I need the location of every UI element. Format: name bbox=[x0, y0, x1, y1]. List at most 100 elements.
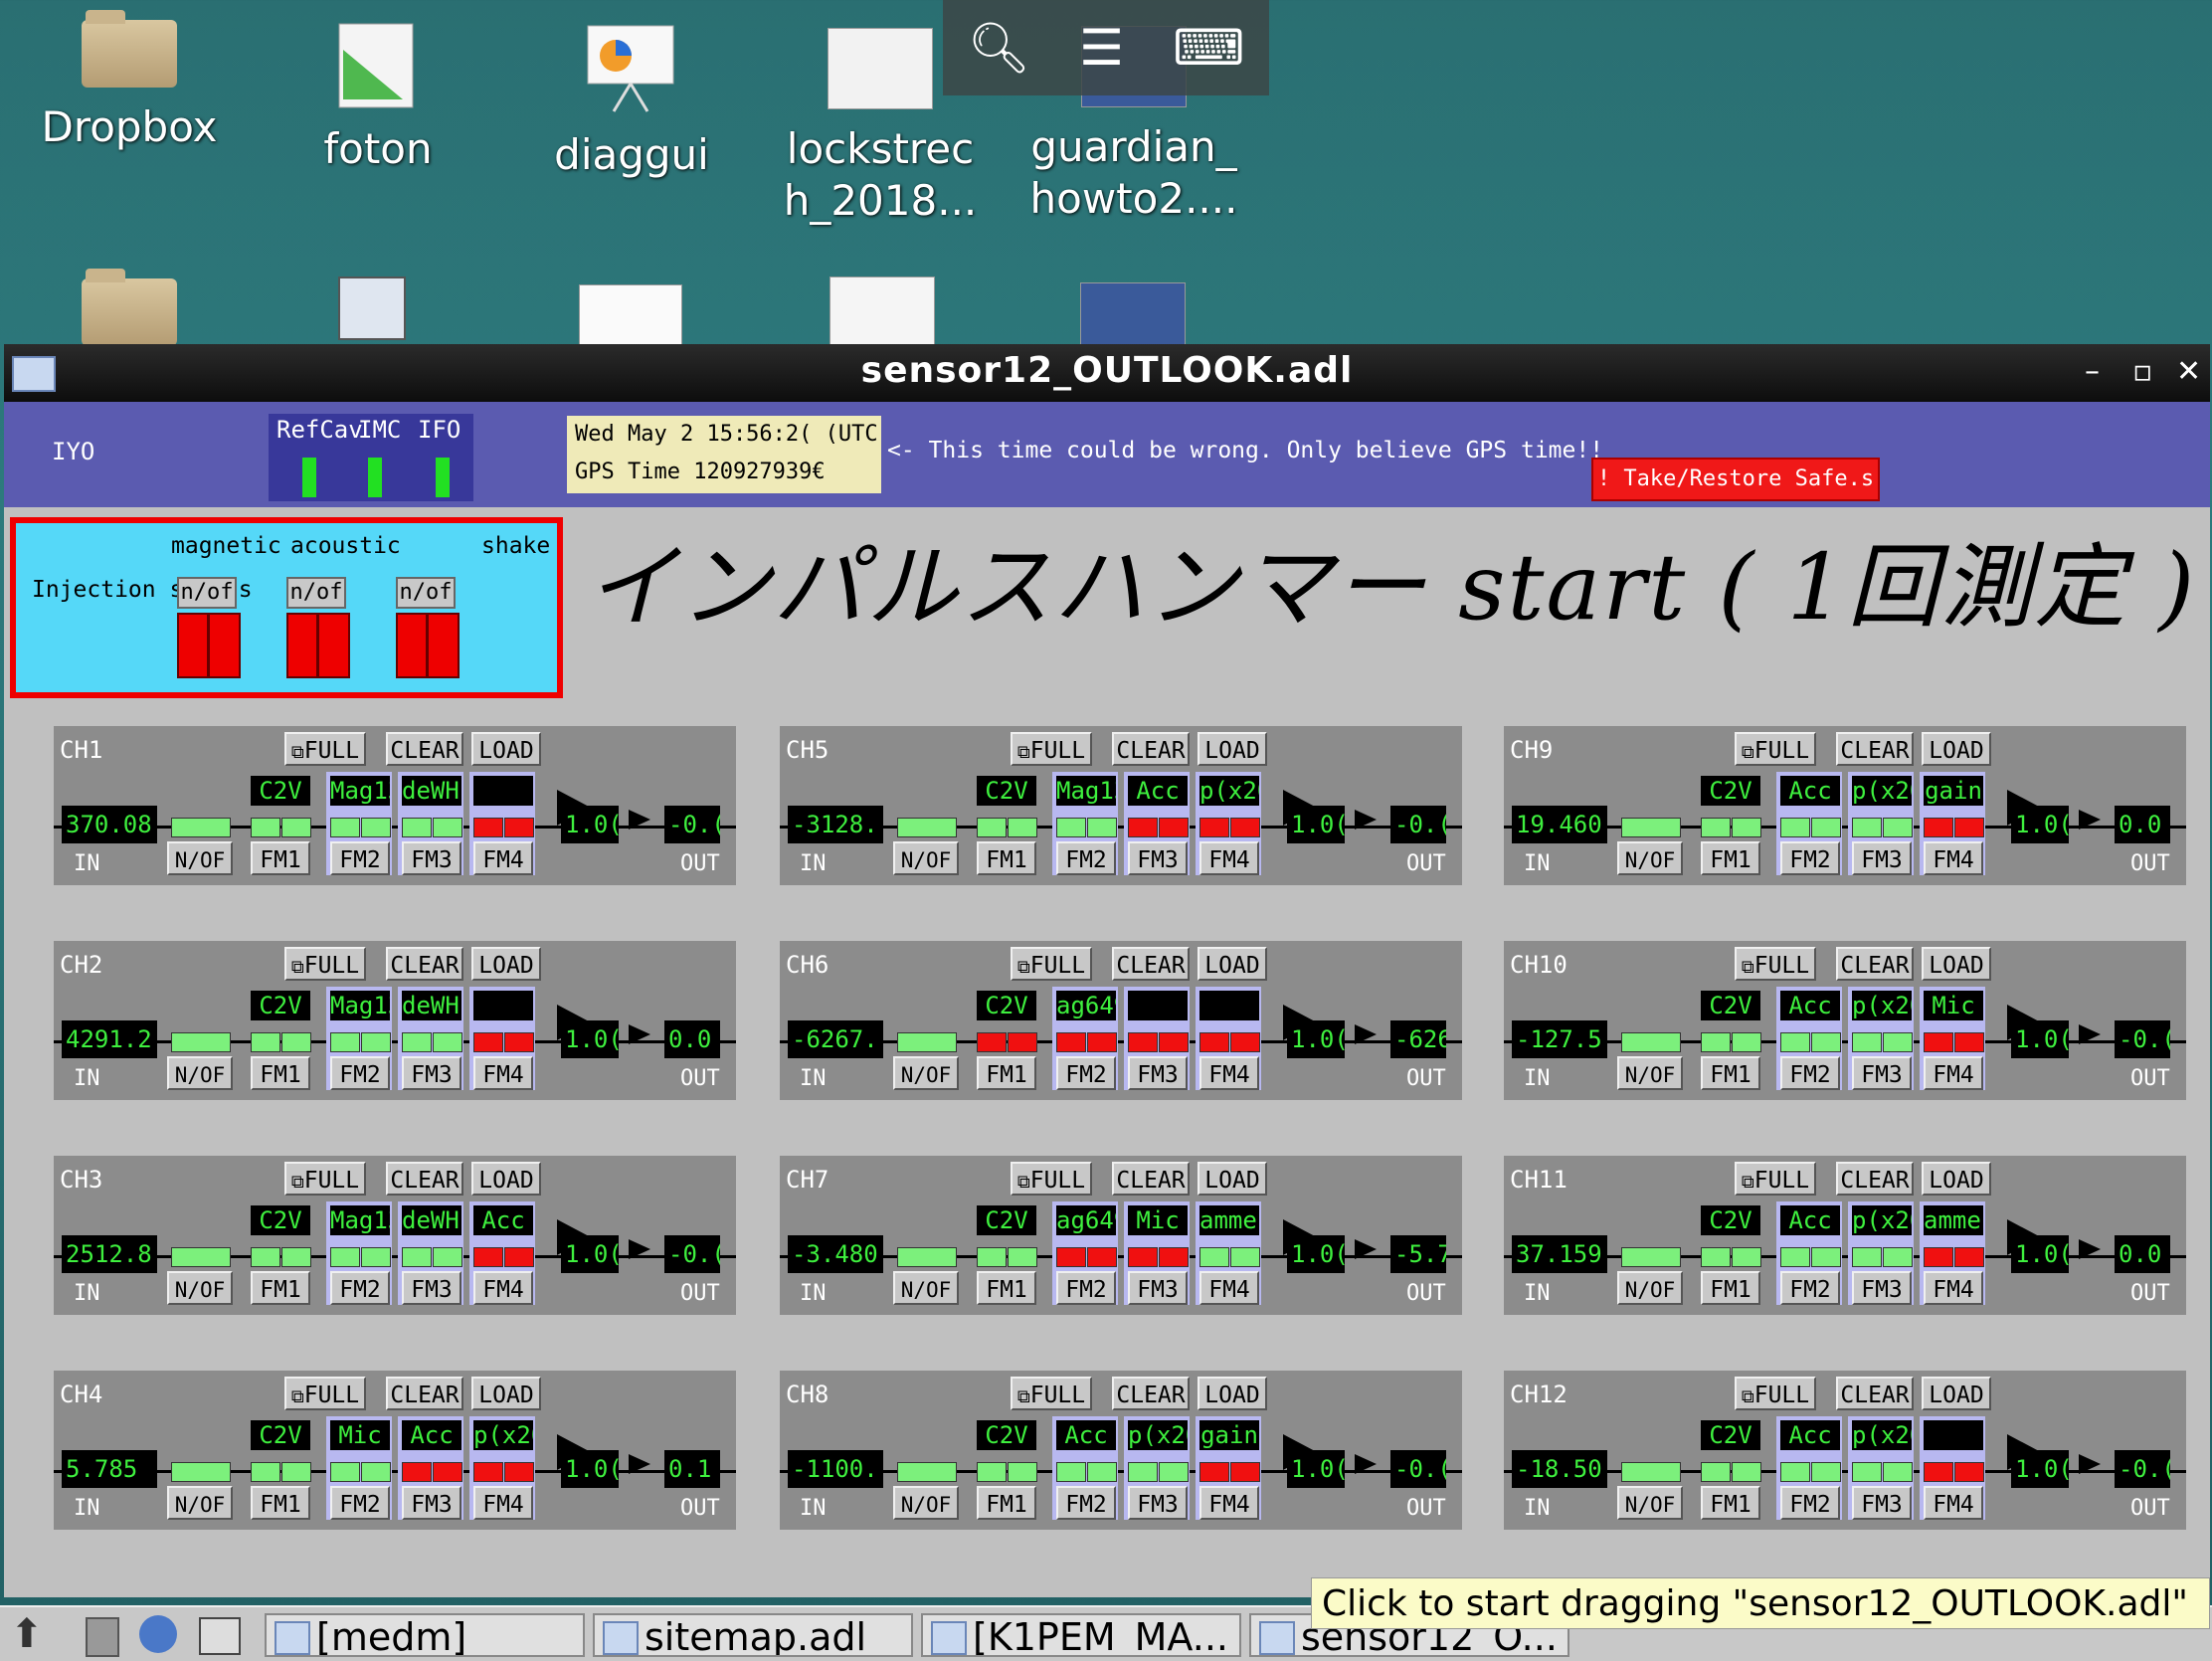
load-button[interactable]: LOAD bbox=[471, 1377, 541, 1410]
file-cabinet-icon[interactable] bbox=[86, 1617, 119, 1657]
fm-button[interactable]: FM4 bbox=[473, 1486, 533, 1520]
fm-button[interactable]: FM2 bbox=[1780, 841, 1840, 875]
full-button[interactable]: ⧉FULL bbox=[284, 1162, 366, 1196]
fm-button[interactable]: FM1 bbox=[977, 1271, 1036, 1305]
fm-button[interactable]: FM3 bbox=[1852, 1056, 1912, 1090]
fm-button[interactable]: FM4 bbox=[473, 841, 533, 875]
load-button[interactable]: LOAD bbox=[1198, 732, 1267, 766]
load-button[interactable]: LOAD bbox=[1922, 732, 1991, 766]
fm-button[interactable]: FM1 bbox=[1701, 1056, 1760, 1090]
fm-button[interactable]: FM3 bbox=[1128, 1056, 1188, 1090]
clear-button[interactable]: CLEAR bbox=[386, 1162, 463, 1196]
screenshot-thumb-icon[interactable] bbox=[1080, 282, 1186, 346]
nof-button[interactable]: N/OF bbox=[167, 1271, 233, 1305]
fm-button[interactable]: FM3 bbox=[402, 841, 461, 875]
clear-button[interactable]: CLEAR bbox=[1836, 1377, 1914, 1410]
fm-button[interactable]: FM3 bbox=[1128, 1486, 1188, 1520]
browser-icon[interactable] bbox=[139, 1615, 177, 1653]
fm-button[interactable]: FM4 bbox=[1924, 1056, 1983, 1090]
clear-button[interactable]: CLEAR bbox=[386, 1377, 463, 1410]
desktop-icon-dropbox[interactable]: Dropbox bbox=[20, 10, 239, 153]
nof-button[interactable]: N/OF bbox=[893, 841, 959, 875]
fm-button[interactable]: FM3 bbox=[402, 1486, 461, 1520]
menu-icon[interactable]: ☰ bbox=[1079, 19, 1124, 77]
zoom-icon[interactable]: 🔍︎ bbox=[968, 19, 1030, 78]
task-medm[interactable]: [medm] bbox=[265, 1613, 585, 1657]
nof-button[interactable]: N/OF bbox=[1617, 1271, 1683, 1305]
fm-button[interactable]: FM2 bbox=[1780, 1056, 1840, 1090]
folder-icon[interactable] bbox=[82, 269, 177, 346]
fm-button[interactable]: FM1 bbox=[251, 1486, 310, 1520]
fm-button[interactable]: FM4 bbox=[1924, 841, 1983, 875]
fm-button[interactable]: FM3 bbox=[402, 1056, 461, 1090]
clear-button[interactable]: CLEAR bbox=[1112, 947, 1190, 981]
full-button[interactable]: ⧉FULL bbox=[1011, 1377, 1092, 1410]
fm-button[interactable]: FM2 bbox=[330, 1056, 390, 1090]
clear-button[interactable]: CLEAR bbox=[386, 732, 463, 766]
load-button[interactable]: LOAD bbox=[471, 947, 541, 981]
fm-button[interactable]: FM2 bbox=[1056, 1056, 1116, 1090]
desktop-icon-diaggui[interactable]: diaggui bbox=[527, 20, 736, 181]
fm-button[interactable]: FM2 bbox=[1780, 1486, 1840, 1520]
fm-button[interactable]: FM2 bbox=[330, 1271, 390, 1305]
clear-button[interactable]: CLEAR bbox=[1836, 1162, 1914, 1196]
fm-button[interactable]: FM1 bbox=[1701, 1486, 1760, 1520]
fm-button[interactable]: FM3 bbox=[1852, 1271, 1912, 1305]
full-button[interactable]: ⧉FULL bbox=[1011, 947, 1092, 981]
fm-button[interactable]: FM1 bbox=[977, 1486, 1036, 1520]
full-button[interactable]: ⧉FULL bbox=[1011, 732, 1092, 766]
full-button[interactable]: ⧉FULL bbox=[1735, 732, 1816, 766]
full-button[interactable]: ⧉FULL bbox=[1735, 1377, 1816, 1410]
nof-button[interactable]: N/OF bbox=[893, 1056, 959, 1090]
desktop-icon-foton[interactable]: foton bbox=[278, 20, 477, 175]
fm-button[interactable]: FM1 bbox=[977, 841, 1036, 875]
full-button[interactable]: ⧉FULL bbox=[284, 1377, 366, 1410]
fm-button[interactable]: FM1 bbox=[977, 1056, 1036, 1090]
fm-button[interactable]: FM3 bbox=[1128, 1271, 1188, 1305]
start-menu-icon[interactable]: ⬆ bbox=[10, 1611, 44, 1657]
clear-button[interactable]: CLEAR bbox=[1836, 732, 1914, 766]
close-icon[interactable]: ✕ bbox=[2176, 354, 2201, 389]
nof-button[interactable]: N/OF bbox=[893, 1486, 959, 1520]
nof-button[interactable]: N/OF bbox=[1617, 1056, 1683, 1090]
load-button[interactable]: LOAD bbox=[1198, 1377, 1267, 1410]
fm-button[interactable]: FM4 bbox=[1924, 1486, 1983, 1520]
clear-button[interactable]: CLEAR bbox=[1112, 1162, 1190, 1196]
task-sitemap[interactable]: sitemap.adl bbox=[593, 1613, 913, 1657]
fm-button[interactable]: FM4 bbox=[1199, 1271, 1259, 1305]
task-k1pem[interactable]: [K1PEM_MA... bbox=[921, 1613, 1241, 1657]
screenshot-thumb-icon[interactable] bbox=[579, 284, 682, 346]
fm-button[interactable]: FM2 bbox=[1056, 1271, 1116, 1305]
fm-button[interactable]: FM1 bbox=[1701, 841, 1760, 875]
clear-button[interactable]: CLEAR bbox=[1112, 732, 1190, 766]
fm-button[interactable]: FM2 bbox=[330, 841, 390, 875]
fm-button[interactable]: FM4 bbox=[1199, 841, 1259, 875]
full-button[interactable]: ⧉FULL bbox=[1735, 947, 1816, 981]
fm-button[interactable]: FM2 bbox=[1780, 1271, 1840, 1305]
full-button[interactable]: ⧉FULL bbox=[284, 732, 366, 766]
fm-button[interactable]: FM1 bbox=[251, 1056, 310, 1090]
nof-button[interactable]: N/OF bbox=[1617, 1486, 1683, 1520]
full-button[interactable]: ⧉FULL bbox=[284, 947, 366, 981]
title-bar[interactable]: sensor12_OUTLOOK.adl – ▫ ✕ bbox=[4, 344, 2210, 402]
take-restore-safe-button[interactable]: ! Take/Restore Safe.s bbox=[1591, 458, 1880, 501]
minimize-icon[interactable]: – bbox=[2085, 354, 2100, 389]
nof-button[interactable]: N/OF bbox=[167, 1486, 233, 1520]
clear-button[interactable]: CLEAR bbox=[386, 947, 463, 981]
load-button[interactable]: LOAD bbox=[471, 1162, 541, 1196]
nof-button[interactable]: N/OF bbox=[167, 1056, 233, 1090]
fm-button[interactable]: FM3 bbox=[1852, 1486, 1912, 1520]
maximize-icon[interactable]: ▫ bbox=[2132, 354, 2152, 389]
full-button[interactable]: ⧉FULL bbox=[1735, 1162, 1816, 1196]
fm-button[interactable]: FM3 bbox=[1128, 841, 1188, 875]
terminal-icon[interactable] bbox=[338, 277, 406, 340]
load-button[interactable]: LOAD bbox=[1198, 947, 1267, 981]
fm-button[interactable]: FM4 bbox=[1199, 1486, 1259, 1520]
full-button[interactable]: ⧉FULL bbox=[1011, 1162, 1092, 1196]
load-button[interactable]: LOAD bbox=[471, 732, 541, 766]
screenshot-thumb-icon[interactable] bbox=[830, 277, 935, 346]
load-button[interactable]: LOAD bbox=[1922, 947, 1991, 981]
fm-button[interactable]: FM4 bbox=[473, 1271, 533, 1305]
fm-button[interactable]: FM2 bbox=[1056, 1486, 1116, 1520]
load-button[interactable]: LOAD bbox=[1922, 1377, 1991, 1410]
